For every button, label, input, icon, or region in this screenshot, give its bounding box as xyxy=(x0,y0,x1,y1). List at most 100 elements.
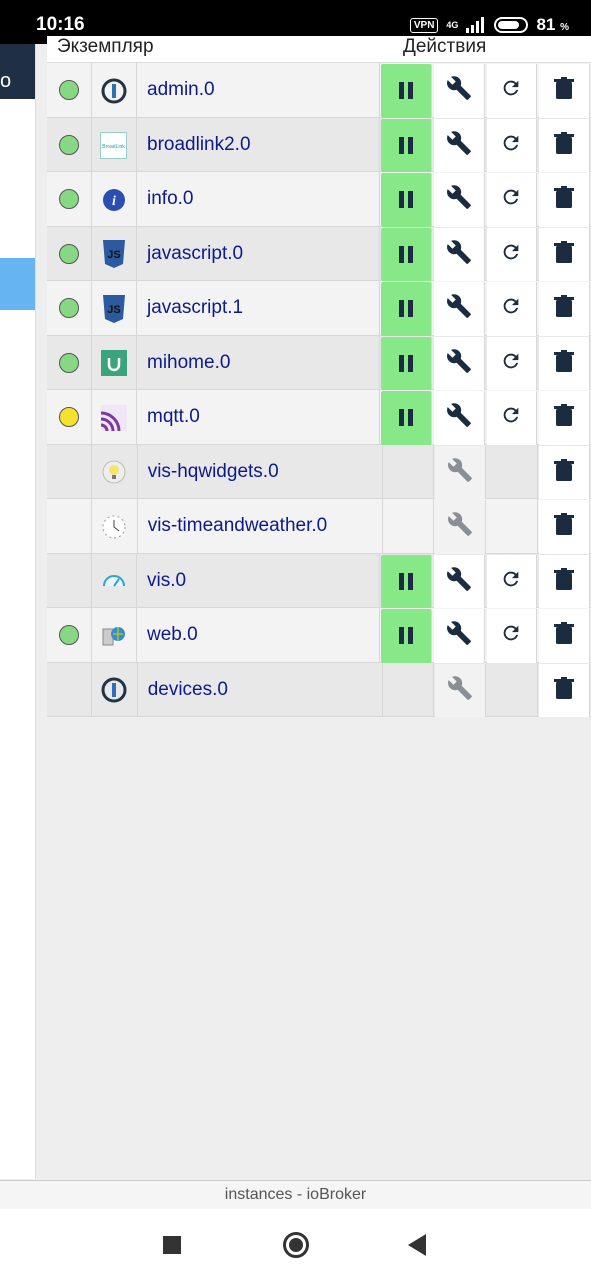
delete-button[interactable] xyxy=(539,391,591,445)
pause-icon xyxy=(398,136,413,154)
table-row: mihome.0 xyxy=(47,335,591,390)
sidebar-item[interactable]: o xyxy=(0,44,35,99)
settings-button[interactable] xyxy=(433,391,485,445)
delete-button[interactable] xyxy=(539,118,591,172)
delete-button[interactable] xyxy=(538,500,591,554)
settings-button[interactable] xyxy=(434,445,486,499)
trash-icon xyxy=(554,77,575,104)
delete-button[interactable] xyxy=(539,609,591,663)
wrench-icon xyxy=(446,348,472,379)
pause-icon xyxy=(398,300,413,318)
instance-name-cell: admin.0 xyxy=(137,63,381,117)
back-button[interactable] xyxy=(408,1234,426,1256)
restart-button[interactable] xyxy=(486,609,538,663)
pause-button[interactable] xyxy=(381,118,432,172)
home-button[interactable] xyxy=(283,1232,309,1258)
pause-button[interactable] xyxy=(381,609,432,663)
pause-button[interactable] xyxy=(381,64,432,118)
restart-button[interactable] xyxy=(486,173,538,227)
trash-icon xyxy=(554,131,575,159)
status-indicator xyxy=(59,134,79,155)
instance-name: vis.0 xyxy=(147,569,187,591)
delete-button[interactable] xyxy=(539,554,591,608)
delete-button[interactable] xyxy=(539,227,591,281)
restart-button[interactable] xyxy=(486,282,538,336)
instance-name: javascript.1 xyxy=(147,297,244,318)
settings-button[interactable] xyxy=(433,173,485,227)
restart-button[interactable] xyxy=(486,336,538,390)
wrench-icon xyxy=(446,184,472,215)
status-cell xyxy=(47,226,92,280)
status-indicator xyxy=(59,189,79,209)
settings-button[interactable] xyxy=(433,64,485,118)
delete-button[interactable] xyxy=(539,64,591,118)
delete-button[interactable] xyxy=(539,282,591,336)
status-indicator xyxy=(59,243,79,264)
instance-name: mqtt.0 xyxy=(147,406,200,427)
instance-name-cell: web.0 xyxy=(137,608,381,662)
adapter-icon-cell xyxy=(92,335,137,389)
battery-icon xyxy=(494,17,529,33)
svg-text:JS: JS xyxy=(107,304,120,316)
restart-icon xyxy=(500,404,522,431)
status-cell xyxy=(47,499,93,553)
pause-icon xyxy=(398,627,413,645)
settings-button[interactable] xyxy=(433,118,485,172)
restart-button[interactable] xyxy=(486,391,538,445)
restart-button[interactable] xyxy=(486,64,538,118)
table-row: vis-hqwidgets.0 xyxy=(47,444,591,499)
javascript-icon: JS xyxy=(100,294,127,323)
instance-name: mihome.0 xyxy=(147,351,231,373)
instance-name-cell: vis.0 xyxy=(137,553,381,607)
settings-button[interactable] xyxy=(433,336,485,390)
table-row: BroadLink broadlink2.0 xyxy=(47,117,591,172)
trash-icon xyxy=(554,349,575,377)
sidebar-item-active[interactable] xyxy=(0,258,35,310)
instance-name-cell: vis-timeandweather.0 xyxy=(138,499,383,553)
delete-button[interactable] xyxy=(539,173,591,227)
settings-button[interactable] xyxy=(433,609,485,663)
adapter-icon-cell xyxy=(92,390,137,444)
delete-button[interactable] xyxy=(539,336,591,390)
pause-button[interactable] xyxy=(381,554,432,608)
broadlink-icon: BroadLink xyxy=(100,131,127,159)
admin-icon xyxy=(100,77,127,104)
settings-button[interactable] xyxy=(433,282,485,336)
instance-name-cell: mihome.0 xyxy=(137,335,381,389)
table-row: vis-timeandweather.0 xyxy=(47,499,591,554)
trash-icon xyxy=(554,622,575,649)
delete-button[interactable] xyxy=(538,663,591,717)
pause-button[interactable] xyxy=(381,282,432,336)
restart-button[interactable] xyxy=(486,227,538,281)
pause-button[interactable] xyxy=(381,391,432,445)
adapter-icon-cell xyxy=(92,63,137,117)
wrench-icon xyxy=(446,130,472,161)
restart-button[interactable] xyxy=(486,554,538,608)
pause-button xyxy=(383,499,434,553)
instance-name-cell: javascript.1 xyxy=(137,281,381,335)
settings-button[interactable] xyxy=(434,663,486,717)
svg-text:BroadLink: BroadLink xyxy=(102,144,125,150)
column-actions: Действия xyxy=(403,36,487,57)
pause-button[interactable] xyxy=(381,227,432,281)
restart-icon xyxy=(500,622,522,649)
status-indicator xyxy=(59,352,79,373)
pause-icon xyxy=(398,572,413,590)
globe-icon xyxy=(100,622,127,649)
restart-button[interactable] xyxy=(486,118,538,172)
pause-button[interactable] xyxy=(381,173,432,227)
settings-button[interactable] xyxy=(433,227,485,281)
settings-button[interactable] xyxy=(433,554,485,608)
status-cell xyxy=(47,608,92,662)
clock-icon xyxy=(100,513,127,540)
delete-button[interactable] xyxy=(538,445,591,499)
status-cell xyxy=(47,390,92,444)
restart-icon xyxy=(500,132,522,159)
settings-button[interactable] xyxy=(434,500,486,554)
battery-level: 81 % xyxy=(536,15,569,34)
instances-table: Экземпляр Действия admin.0 BroadLink bro… xyxy=(47,36,591,717)
restart-icon xyxy=(500,350,522,377)
pause-button[interactable] xyxy=(381,336,432,390)
recents-button[interactable] xyxy=(163,1236,181,1254)
mihome-icon xyxy=(100,350,127,377)
